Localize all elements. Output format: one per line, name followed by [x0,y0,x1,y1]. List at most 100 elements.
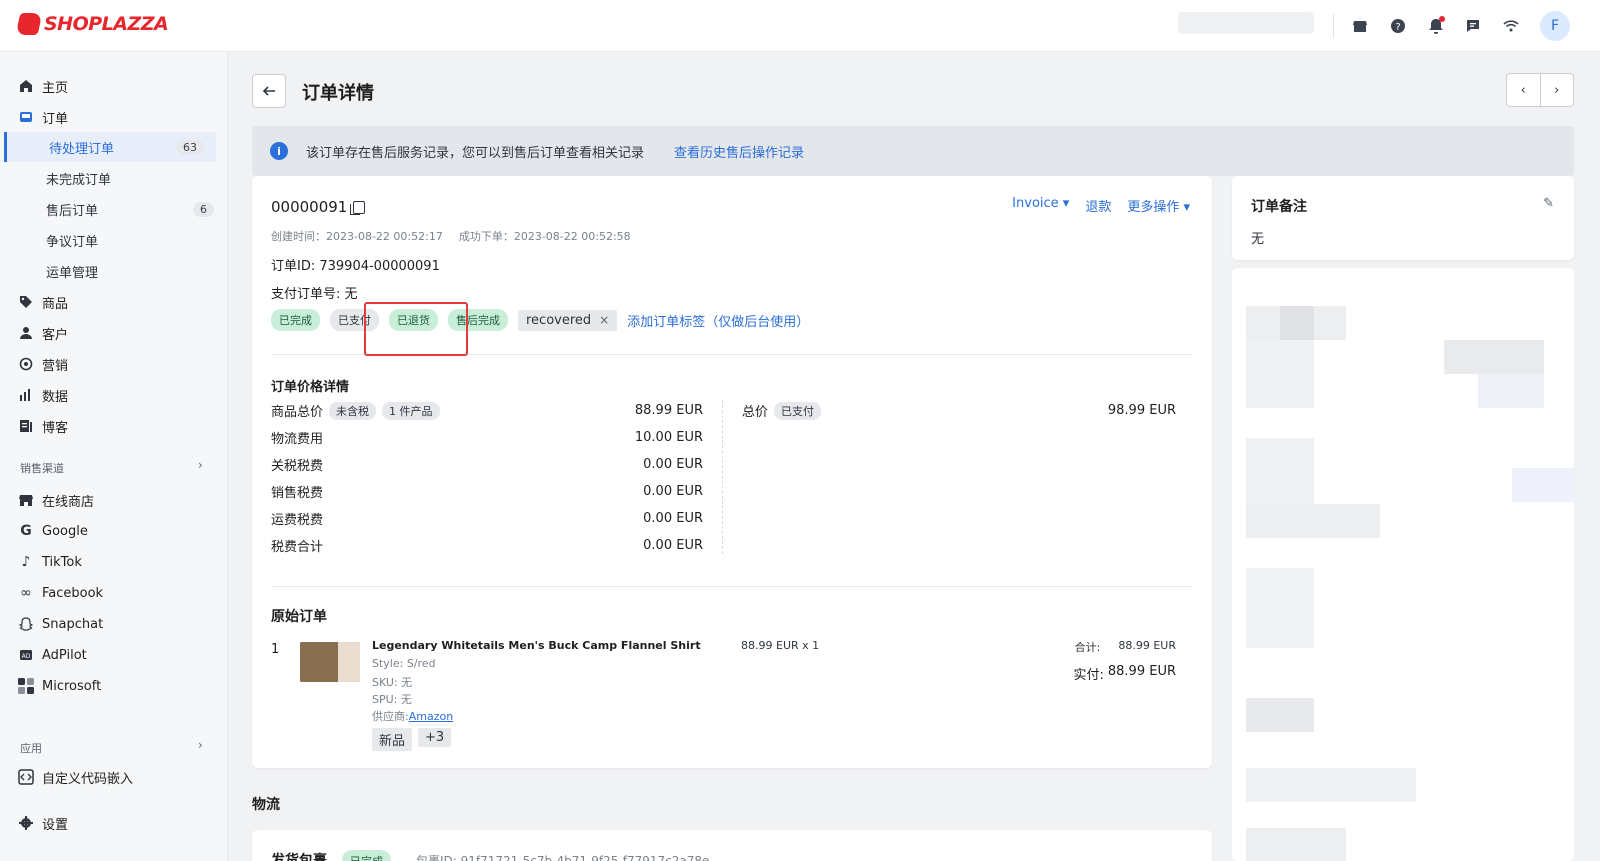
banner-message: 该订单存在售后服务记录，您可以到售后订单查看相关记录 [306,146,645,161]
copy-icon[interactable] [350,200,366,215]
more-tags-chip[interactable]: +3 [418,728,452,747]
refund-button[interactable]: 退款 [1085,196,1111,215]
back-button[interactable] [252,74,286,108]
product-thumbnail[interactable] [300,642,360,682]
sidebar-item-snapchat[interactable]: Snapchat [0,609,228,639]
snapchat-icon [18,616,34,632]
price-value: 0.00 EUR [643,457,703,472]
remove-tag-icon[interactable]: × [599,313,609,327]
price-value: 0.00 EUR [643,538,703,553]
help-icon[interactable]: ? [1388,16,1408,36]
sidebar-item-label: 运单管理 [46,265,99,281]
item-paid: 实付: 88.99 EUR [1073,664,1176,683]
sidebar-item-tiktok[interactable]: ♪ TikTok [0,547,228,577]
svg-text:?: ? [1395,22,1400,33]
previous-order-button[interactable]: ‹ [1507,74,1541,106]
price-row: 运费税费 0.00 EUR [271,509,703,528]
total-label: 总价 [742,405,769,420]
svg-text:AD: AD [22,653,31,660]
sidebar-item-aftersale-orders[interactable]: 售后订单 6 [0,194,228,224]
marketing-icon [18,356,34,372]
sidebar-item-label: Facebook [42,585,104,601]
sidebar-item-products[interactable]: 商品 [0,287,228,317]
chevron-right-icon[interactable]: › [198,738,203,752]
price-value: 10.00 EUR [634,430,703,445]
brand-name: SHOPLAZZA [44,13,169,35]
sidebar-item-dispute-orders[interactable]: 争议订单 [0,225,228,255]
total-value: 98.99 EUR [1107,403,1176,418]
sidebar: 主页 订单 待处理订单 63 未完成订单 售后订单 6 争议订单 运单管理 商品… [0,52,228,861]
tiktok-icon: ♪ [21,554,31,570]
sidebar-item-google[interactable]: G Google [0,516,228,546]
arrow-left-icon [262,86,275,96]
next-order-button[interactable]: › [1541,74,1574,106]
item-subtotal: 合计: 88.99 EUR [1075,639,1176,655]
sidebar-item-orders[interactable]: 订单 [0,102,228,132]
aftersale-history-link[interactable]: 查看历史售后操作记录 [674,142,804,161]
product-supplier: 供应商:Amazon [372,708,453,724]
sidebar-item-facebook[interactable]: ∞ Facebook [0,578,228,608]
subtotal-label: 合计: [1074,641,1101,654]
order-pager: ‹ › [1506,73,1574,107]
more-actions-dropdown[interactable]: 更多操作 ▾ [1127,196,1190,215]
unit-price-qty: 88.99 EUR x 1 [741,639,820,652]
edit-icon[interactable]: ✎ [1543,196,1554,211]
total-paid-tag: 已支付 [774,401,822,420]
price-value: 0.00 EUR [643,511,703,526]
price-row: 物流费用 10.00 EUR [271,428,703,447]
bell-icon[interactable] [1426,16,1446,36]
code-icon [18,769,34,785]
price-label: 物流费用 [271,432,324,447]
product-sku: SKU: 无 [372,676,413,689]
orders-icon [18,109,34,125]
avatar[interactable]: F [1540,11,1570,41]
sidebar-item-label: 订单 [42,111,69,127]
sidebar-item-label: 数据 [42,389,69,405]
sidebar-item-blog[interactable]: 博客 [0,411,228,441]
add-tag-link[interactable]: 添加订单标签（仅做后台使用） [627,311,809,330]
sidebar-item-settings[interactable]: 设置 [0,808,228,838]
price-row: 税费合计 0.00 EUR [271,536,703,555]
sidebar-item-home[interactable]: 主页 [0,71,228,101]
wifi-icon[interactable] [1501,16,1521,36]
sidebar-item-analytics[interactable]: 数据 [0,380,228,410]
chevron-right-icon[interactable]: › [198,458,203,472]
sidebar-item-label: 自定义代码嵌入 [42,771,134,787]
sidebar-item-label: Microsoft [42,678,102,694]
sidebar-item-label: 博客 [42,420,69,436]
sidebar-item-marketing[interactable]: 营销 [0,349,228,379]
sidebar-item-microsoft[interactable]: Microsoft [0,671,228,701]
sidebar-item-custom-code[interactable]: 自定义代码嵌入 [0,762,228,792]
sidebar-item-waybill[interactable]: 运单管理 [0,256,228,286]
sidebar-item-label: 争议订单 [46,234,99,250]
order-number-text: 00000091 [271,198,348,216]
logistics-title: 物流 [252,797,280,813]
page-title: 订单详情 [302,83,374,104]
home-icon [18,78,34,94]
sidebar-item-label: Google [42,523,88,539]
supplier-link[interactable]: Amazon [409,710,453,723]
price-label: 税费合计 [271,540,324,555]
item-index: 1 [271,642,280,657]
chart-icon [18,387,34,403]
store-icon [18,492,34,508]
sidebar-item-unfinished-orders[interactable]: 未完成订单 [0,163,228,193]
invoice-dropdown[interactable]: Invoice ▾ [1012,196,1069,215]
sidebar-item-customers[interactable]: 客户 [0,318,228,348]
supplier-label: 供应商: [372,710,409,723]
meta-icon: ∞ [20,585,32,601]
sales-channels-heading: 销售渠道 [20,462,64,475]
price-label: 商品总价 [271,405,324,420]
sidebar-item-pending-orders[interactable]: 待处理订单 63 [4,132,216,162]
product-name[interactable]: Legendary Whitetails Men's Buck Camp Fla… [372,639,701,652]
sidebar-item-online-store[interactable]: 在线商店 [0,485,228,515]
chat-icon[interactable] [1463,16,1483,36]
store-icon[interactable] [1350,16,1370,36]
shoplazza-logo[interactable]: SHOPLAZZA [15,13,169,35]
sidebar-item-adpilot[interactable]: AD AdPilot [0,640,228,670]
order-id: 订单ID: 739904-00000091 [271,259,440,274]
price-section-title: 订单价格详情 [271,380,350,395]
price-row: 销售税费 0.00 EUR [271,482,703,501]
divider [271,586,1193,587]
total-row: 总价 已支付 98.99 EUR [742,401,1176,420]
